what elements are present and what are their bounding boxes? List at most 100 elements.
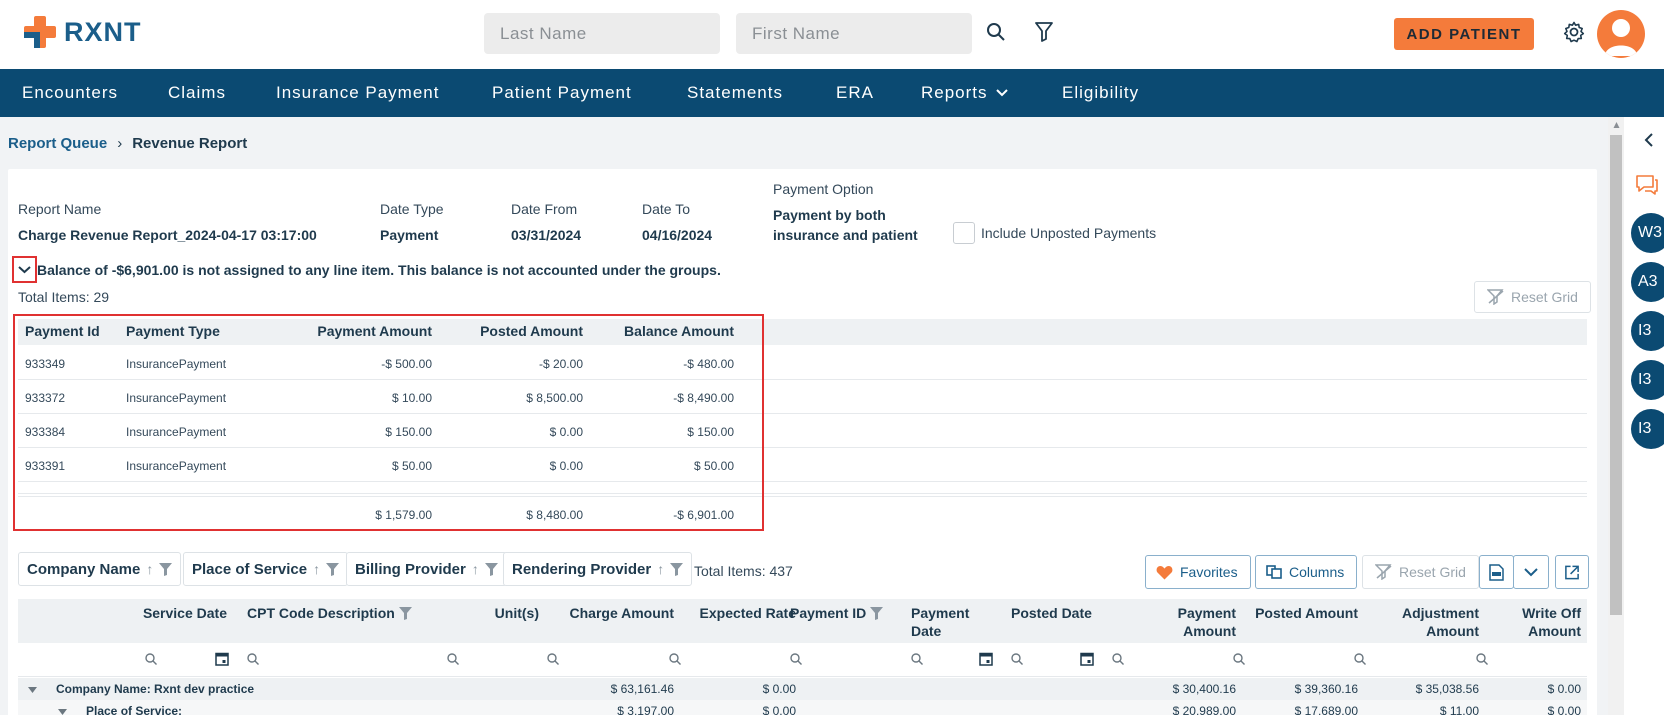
search-icon[interactable] xyxy=(547,652,559,670)
nav-reports[interactable]: Reports xyxy=(921,83,1008,103)
search-icon[interactable] xyxy=(1112,652,1124,670)
scrollbar-thumb[interactable] xyxy=(1610,135,1622,615)
search-icon[interactable] xyxy=(669,652,681,670)
grid-reset-grid-button[interactable]: Reset Grid xyxy=(1362,555,1479,589)
export-icon xyxy=(1565,565,1579,579)
col-units[interactable]: Unit(s) xyxy=(495,604,539,622)
filter-icon[interactable] xyxy=(484,562,498,576)
calendar-icon[interactable] xyxy=(215,651,229,671)
search-icon[interactable] xyxy=(1354,652,1366,670)
group-chip-label: Rendering Provider xyxy=(512,560,652,578)
date-from-value: 03/31/2024 xyxy=(511,227,582,243)
rail-bubble[interactable]: I3 xyxy=(1631,311,1664,351)
caret-down-icon[interactable] xyxy=(58,709,67,715)
filter-icon[interactable] xyxy=(670,562,684,576)
first-name-input[interactable] xyxy=(736,13,972,54)
filter-icon[interactable] xyxy=(1035,22,1053,47)
group-posted-amount: $ 39,360.16 xyxy=(1294,682,1358,696)
breadcrumb-report-queue[interactable]: Report Queue xyxy=(8,135,107,152)
date-type-value: Payment xyxy=(380,227,439,243)
group-chip-company-name[interactable]: Company Name ↑ xyxy=(18,552,182,586)
user-avatar[interactable] xyxy=(1597,10,1645,58)
rail-bubble[interactable]: I3 xyxy=(1631,360,1664,400)
rail-bubble[interactable]: W3 xyxy=(1631,213,1664,253)
last-name-input[interactable] xyxy=(484,13,720,54)
group-chip-billing-provider[interactable]: Billing Provider ↑ xyxy=(346,552,507,586)
search-icon[interactable] xyxy=(247,652,259,670)
col-adjustment-line2: Amount xyxy=(1426,623,1479,639)
nav-claims[interactable]: Claims xyxy=(168,83,226,103)
nav-insurance-payment[interactable]: Insurance Payment xyxy=(276,83,439,103)
add-patient-button[interactable]: ADD PATIENT xyxy=(1394,18,1534,50)
settings-gear-icon[interactable] xyxy=(1563,21,1585,48)
search-icon[interactable] xyxy=(911,652,923,670)
rxnt-logo[interactable]: RXNT xyxy=(22,14,142,50)
filter-icon[interactable] xyxy=(159,562,173,576)
col-payment-id[interactable]: Payment ID xyxy=(790,604,884,622)
group-chip-rendering-provider[interactable]: Rendering Provider ↑ xyxy=(503,552,693,586)
filter-clear-icon xyxy=(1487,289,1504,305)
col-service-date[interactable]: Service Date xyxy=(143,604,227,622)
filter-icon[interactable] xyxy=(398,606,412,620)
chevron-down-icon xyxy=(995,89,1008,97)
payment-option-line2: insurance and patient xyxy=(773,227,918,243)
nav-patient-payment[interactable]: Patient Payment xyxy=(492,83,632,103)
col-cpt-code-description[interactable]: CPT Code Description xyxy=(247,604,412,622)
search-icon[interactable] xyxy=(447,652,459,670)
scroll-up-arrow-icon[interactable] xyxy=(1613,121,1620,129)
heart-icon xyxy=(1156,565,1173,579)
col-expected-rate[interactable]: Expected Rate xyxy=(700,604,796,622)
col-write-off-amount[interactable]: Write Off Amount xyxy=(1522,604,1581,640)
group-writeoff: $ 0.00 xyxy=(1547,682,1581,696)
chevron-down-icon xyxy=(18,266,31,274)
nav-statements[interactable]: Statements xyxy=(687,83,783,103)
col-payment-date[interactable]: Payment Date xyxy=(911,604,969,640)
col-charge-amount[interactable]: Charge Amount xyxy=(570,604,674,622)
col-writeoff-line1: Write Off xyxy=(1522,605,1581,621)
collapse-panel-icon[interactable] xyxy=(1644,133,1654,152)
group-adjustment: $ 11.00 xyxy=(1439,704,1479,715)
group-chip-place-of-service[interactable]: Place of Service ↑ xyxy=(183,552,349,586)
sort-arrow-icon[interactable]: ↑ xyxy=(313,561,320,577)
filter-icon[interactable] xyxy=(326,562,340,576)
search-icon[interactable] xyxy=(1233,652,1245,670)
nav-era[interactable]: ERA xyxy=(836,83,874,103)
payment-option-line1: Payment by both xyxy=(773,207,886,223)
sort-arrow-icon[interactable]: ↑ xyxy=(146,561,153,577)
nav-encounters[interactable]: Encounters xyxy=(22,83,118,103)
calendar-icon[interactable] xyxy=(1080,651,1094,671)
favorites-label: Favorites xyxy=(1180,564,1238,580)
payments-reset-grid-button[interactable]: Reset Grid xyxy=(1474,281,1591,313)
search-icon[interactable] xyxy=(790,652,802,670)
export-dropdown-button[interactable] xyxy=(1513,555,1549,589)
include-unposted-checkbox[interactable] xyxy=(953,222,975,244)
sort-arrow-icon[interactable]: ↑ xyxy=(472,561,479,577)
export-button[interactable] xyxy=(1555,555,1589,589)
columns-button[interactable]: Columns xyxy=(1255,555,1357,589)
grid-total-items: Total Items: 437 xyxy=(694,563,793,579)
col-adjustment-amount[interactable]: Adjustment Amount xyxy=(1402,604,1479,640)
filter-icon[interactable] xyxy=(870,606,884,620)
group-row-company[interactable]: Company Name: Rxnt dev practice $ 63,161… xyxy=(18,678,1587,702)
nav-eligibility[interactable]: Eligibility xyxy=(1062,83,1139,103)
col-payment-amount[interactable]: Payment Amount xyxy=(1178,604,1236,640)
search-icon[interactable] xyxy=(1476,652,1488,670)
rail-bubble[interactable]: I3 xyxy=(1631,409,1664,449)
search-icon[interactable] xyxy=(145,652,157,670)
caret-down-icon[interactable] xyxy=(28,687,37,693)
group-label: Company Name: Rxnt dev practice xyxy=(56,682,255,696)
search-icon[interactable] xyxy=(986,22,1006,47)
favorites-button[interactable]: Favorites xyxy=(1145,555,1251,589)
sort-arrow-icon[interactable]: ↑ xyxy=(657,561,664,577)
search-icon[interactable] xyxy=(1011,652,1023,670)
export-pdf-button[interactable] xyxy=(1479,555,1514,589)
calendar-icon[interactable] xyxy=(979,651,993,671)
col-posted-amount[interactable]: Posted Amount xyxy=(1255,604,1358,622)
rail-bubble[interactable]: A3 xyxy=(1631,262,1664,302)
group-row-place-of-service[interactable]: Place of Service: $ 3,197.00 $ 0.00 $ 20… xyxy=(18,700,1587,715)
balance-toggle-button[interactable] xyxy=(12,256,37,283)
payments-total-items: Total Items: 29 xyxy=(18,289,110,305)
col-adjustment-line1: Adjustment xyxy=(1402,605,1479,621)
chat-icon[interactable] xyxy=(1635,174,1659,201)
col-posted-date[interactable]: Posted Date xyxy=(1011,604,1092,622)
